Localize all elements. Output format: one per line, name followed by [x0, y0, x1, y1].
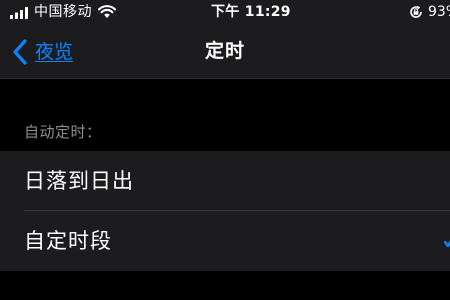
status-time: 下午 11:29 [211, 4, 291, 20]
status-bar: 中国移动 下午 11:29 93% [0, 0, 450, 28]
section-header: 自动定时： [24, 123, 102, 141]
wifi-icon [98, 5, 116, 18]
checkmark-icon [444, 240, 450, 248]
carrier-name: 中国移动 [34, 4, 92, 20]
list-item-custom-schedule[interactable]: 自定时段 [0, 211, 450, 270]
schedule-options-list: 日落到日出 自定时段 [0, 151, 450, 271]
list-item-sunset-to-sunrise[interactable]: 日落到日出 [0, 151, 450, 211]
page-title: 定时 [204, 40, 245, 62]
rotation-lock-icon [410, 5, 422, 18]
navigation-bar: 夜览 定时 [0, 28, 450, 79]
list-item-label: 自定时段 [24, 229, 112, 253]
list-item-label: 日落到日出 [24, 169, 134, 193]
signal-icon [10, 7, 28, 19]
battery-percentage: 93% [428, 4, 450, 20]
